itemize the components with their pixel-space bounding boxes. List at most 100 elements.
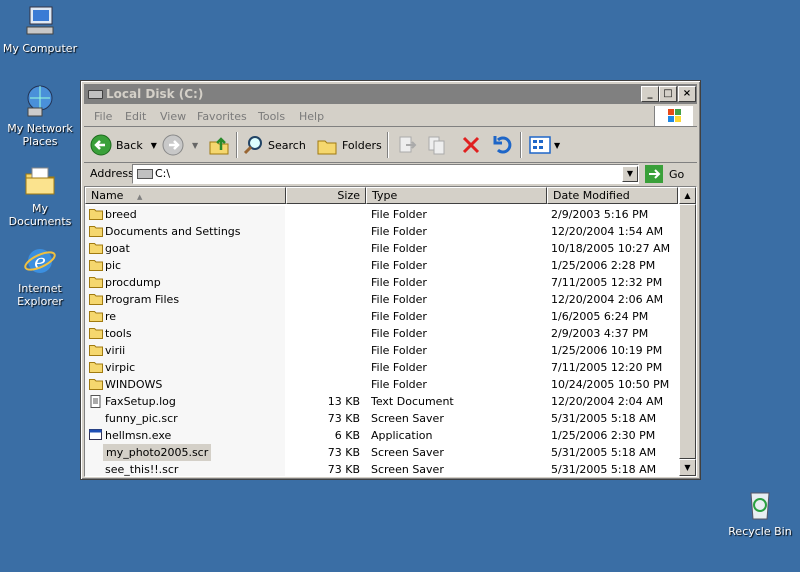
chevron-down-icon[interactable]: ▼ (151, 141, 157, 150)
menu-tools[interactable]: Tools (258, 110, 285, 123)
recycle-bin-icon (743, 487, 777, 521)
minimize-button[interactable]: _ (641, 86, 659, 102)
address-dropdown-button[interactable]: ▼ (622, 166, 638, 182)
file-name[interactable]: procdump (105, 274, 161, 291)
folders-button[interactable]: Folders (316, 132, 382, 158)
file-type: File Folder (371, 378, 427, 391)
folder-icon (89, 310, 103, 322)
column-name-label: Name (91, 189, 124, 202)
forward-button[interactable]: ▼ (162, 132, 198, 158)
maximize-button[interactable]: □ (659, 86, 677, 102)
views-icon (529, 136, 551, 154)
desktop-icon-my-computer[interactable]: My Computer (0, 4, 80, 55)
file-name[interactable]: Program Files (105, 291, 179, 308)
delete-button[interactable] (460, 132, 482, 158)
menu-edit[interactable]: Edit (125, 110, 146, 123)
column-header-size[interactable]: Size (286, 187, 366, 204)
internet-explorer-icon: e (23, 244, 57, 278)
menu-file[interactable]: File (94, 110, 112, 123)
file-name[interactable]: WINDOWS (105, 376, 162, 393)
table-row[interactable]: funny_pic.scr 73 KB Screen Saver 5/31/2005 … (85, 410, 678, 427)
file-size: 13 KB (327, 395, 360, 408)
file-date: 12/20/2004 1:54 AM (551, 225, 664, 238)
go-button[interactable]: Go (645, 165, 684, 183)
file-name[interactable]: see_this!!.scr (105, 461, 178, 476)
table-row[interactable]: re File Folder 1/6/2005 6:24 PM (85, 308, 678, 325)
table-row[interactable]: tools File Folder 2/9/2003 4:37 PM (85, 325, 678, 342)
file-date: 1/25/2006 10:19 PM (551, 344, 663, 357)
table-row[interactable]: procdump File Folder 7/11/2005 12:32 PM (85, 274, 678, 291)
table-row[interactable]: WINDOWS File Folder 10/24/2005 10:50 PM (85, 376, 678, 393)
column-header-date[interactable]: Date Modified (547, 187, 678, 204)
vertical-scrollbar[interactable]: ▲ ▼ (679, 187, 696, 476)
menu-view[interactable]: View (160, 110, 186, 123)
file-name[interactable]: hellmsn.exe (105, 427, 171, 444)
table-row[interactable]: hellmsn.exe 6 KB Application 1/25/2006 2:30… (85, 427, 678, 444)
windows-logo-icon (654, 106, 693, 126)
explorer-window: Local Disk (C:) _ □ × File Edit View Fav… (80, 80, 701, 480)
file-name[interactable]: goat (105, 240, 130, 257)
scroll-down-button[interactable]: ▼ (679, 459, 696, 476)
column-header-name[interactable]: Name ▲ (85, 187, 286, 204)
back-label: Back (116, 138, 143, 152)
desktop-icon-internet-explorer[interactable]: e Internet Explorer (0, 244, 80, 308)
documents-folder-icon (23, 164, 57, 198)
file-name[interactable]: my_photo2005.scr (103, 444, 212, 461)
copy-to-button[interactable] (426, 132, 448, 158)
table-row[interactable]: FaxSetup.log 13 KB Text Document 12/20/2004… (85, 393, 678, 410)
up-folder-icon (209, 137, 229, 155)
table-row[interactable]: see_this!!.scr 73 KB Screen Saver 5/31/2005… (85, 461, 678, 476)
close-button[interactable]: × (678, 86, 696, 102)
search-button[interactable]: Search (242, 132, 306, 158)
column-header-type[interactable]: Type (366, 187, 547, 204)
back-button[interactable]: Back ▼ (90, 132, 157, 158)
file-name[interactable]: pic (105, 257, 121, 274)
file-name[interactable]: Documents and Settings (105, 223, 241, 240)
file-name[interactable]: tools (105, 325, 132, 342)
file-size: 6 KB (334, 429, 360, 442)
scroll-thumb[interactable] (679, 204, 696, 459)
chevron-down-icon[interactable]: ▼ (554, 141, 560, 150)
table-row[interactable]: goat File Folder 10/18/2005 10:27 AM (85, 240, 678, 257)
file-date: 2/9/2003 4:37 PM (551, 327, 649, 340)
file-list: Name ▲ Size Type Date Modified breed File… (84, 186, 697, 477)
scroll-up-button[interactable]: ▲ (679, 187, 696, 204)
menu-bar: File Edit View Favorites Tools Help (84, 106, 697, 127)
file-type: Text Document (371, 395, 454, 408)
file-date: 10/24/2005 10:50 PM (551, 378, 670, 391)
file-rows: breed File Folder 2/9/2003 5:16 PM Document… (85, 206, 678, 476)
views-button[interactable]: ▼ (528, 132, 560, 158)
table-row[interactable]: Program Files File Folder 12/20/2004 2:06 … (85, 291, 678, 308)
menu-help[interactable]: Help (299, 110, 324, 123)
move-to-icon (399, 136, 417, 153)
folders-label: Folders (342, 138, 382, 152)
menu-favorites[interactable]: Favorites (197, 110, 247, 123)
desktop-icon-label: Internet Explorer (17, 282, 63, 308)
desktop-icon-recycle-bin[interactable]: Recycle Bin (720, 487, 800, 538)
desktop-icon-my-network-places[interactable]: My Network Places (0, 84, 80, 148)
window-title: Local Disk (C:) (106, 87, 204, 101)
table-row[interactable]: Documents and Settings File Folder 12/20/2… (85, 223, 678, 240)
table-row[interactable]: virpic File Folder 7/11/2005 12:20 PM (85, 359, 678, 376)
table-row[interactable]: virii File Folder 1/25/2006 10:19 PM (85, 342, 678, 359)
file-size: 73 KB (327, 463, 360, 476)
file-name[interactable]: funny_pic.scr (105, 410, 178, 427)
chevron-down-icon[interactable]: ▼ (192, 141, 198, 150)
file-type: File Folder (371, 310, 427, 323)
file-name[interactable]: virpic (105, 359, 135, 376)
table-row[interactable]: my_photo2005.scr 73 KB Screen Saver 5/31/20… (85, 444, 678, 461)
move-to-button[interactable] (396, 132, 418, 158)
file-name[interactable]: FaxSetup.log (105, 393, 176, 410)
file-size: 73 KB (327, 446, 360, 459)
table-row[interactable]: breed File Folder 2/9/2003 5:16 PM (85, 206, 678, 223)
file-name[interactable]: virii (105, 342, 125, 359)
toolbar: Back ▼ ▼ Search Folders ▼ (84, 128, 697, 163)
desktop-icon-my-documents[interactable]: My Documents (0, 164, 80, 228)
address-input[interactable]: C:\ ▼ (132, 164, 639, 184)
up-folder-button[interactable] (208, 132, 230, 158)
file-name[interactable]: re (105, 308, 116, 325)
file-name[interactable]: breed (105, 206, 137, 223)
table-row[interactable]: pic File Folder 1/25/2006 2:28 PM (85, 257, 678, 274)
undo-button[interactable] (492, 132, 514, 158)
title-bar[interactable]: Local Disk (C:) _ □ × (84, 84, 697, 104)
